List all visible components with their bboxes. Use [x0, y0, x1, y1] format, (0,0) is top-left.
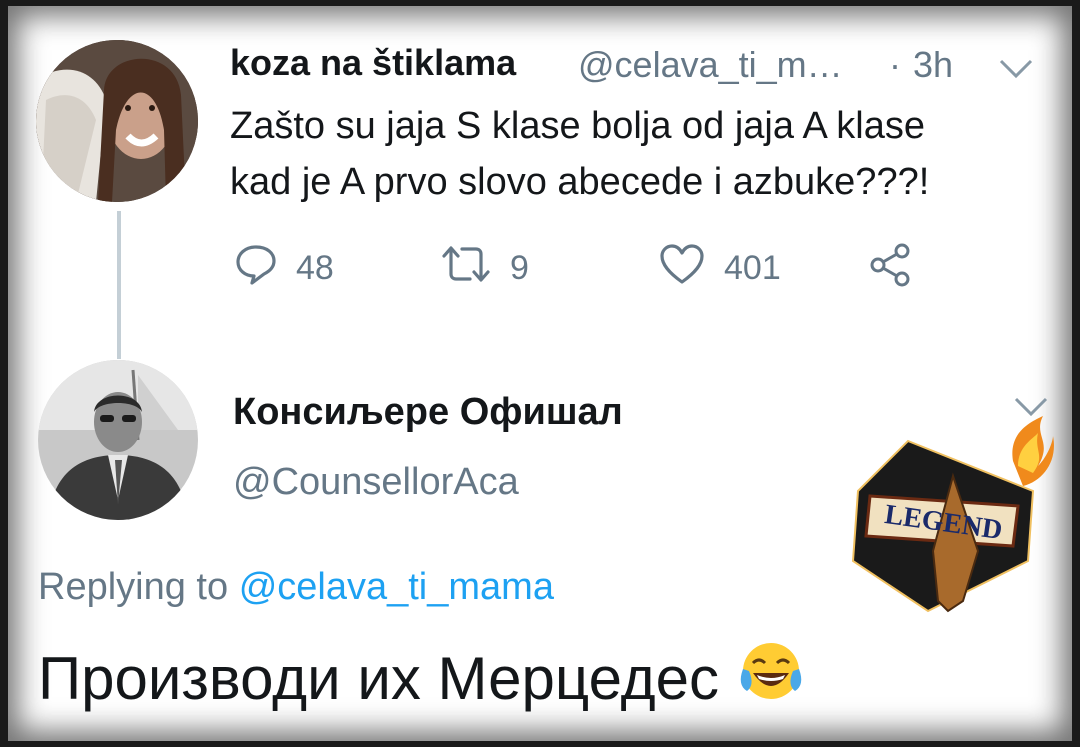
reply-text-content: Производи их Мерцедес	[38, 644, 720, 712]
replying-to-line: Replying to @celava_ti_mama	[38, 566, 554, 609]
retweet-icon	[440, 242, 510, 295]
share-action[interactable]	[868, 242, 932, 297]
tweet-text-line-1: Zašto su jaja S klase bolja od jaja A kl…	[230, 105, 925, 147]
reply-icon	[234, 242, 296, 295]
tweet-timestamp[interactable]: 3h	[913, 44, 953, 86]
like-count: 401	[724, 249, 781, 287]
tweet-author-handle[interactable]: @celava_ti_m…	[578, 44, 843, 86]
tweet-text-line-2: kad je A prvo slovo abecede i azbuke???!	[230, 161, 930, 203]
retweet-count: 9	[510, 249, 529, 287]
legend-beer-logo-sticker: LEGEND	[848, 411, 1058, 636]
laughing-crying-emoji	[737, 639, 805, 717]
thread-connector-line	[117, 211, 121, 359]
reply-author-avatar[interactable]	[38, 360, 198, 520]
reply-count: 48	[296, 249, 334, 287]
tweet-author-avatar[interactable]	[36, 40, 198, 202]
replying-to-mention-link[interactable]: @celava_ti_mama	[239, 566, 554, 608]
chevron-down-icon[interactable]	[998, 58, 1034, 85]
retweet-action[interactable]: 9	[440, 242, 529, 295]
tweet-screenshot-card: koza na štiklama @celava_ti_m… · 3h Zašt…	[8, 6, 1072, 741]
share-icon	[868, 242, 932, 297]
tweet-author-name[interactable]: koza na štiklama	[230, 42, 516, 84]
tweet-text: Zašto su jaja S klase bolja od jaja A kl…	[230, 98, 1060, 210]
like-action[interactable]: 401	[658, 242, 781, 295]
reply-author-name[interactable]: Консиљере Офишал	[233, 391, 623, 434]
reply-action[interactable]: 48	[234, 242, 334, 295]
reply-author-handle[interactable]: @CounsellorAca	[233, 461, 519, 504]
replying-to-prefix: Replying to	[38, 566, 229, 608]
reply-text: Производи их Мерцедес	[38, 639, 805, 717]
time-separator: ·	[889, 44, 901, 85]
like-icon	[658, 242, 724, 295]
